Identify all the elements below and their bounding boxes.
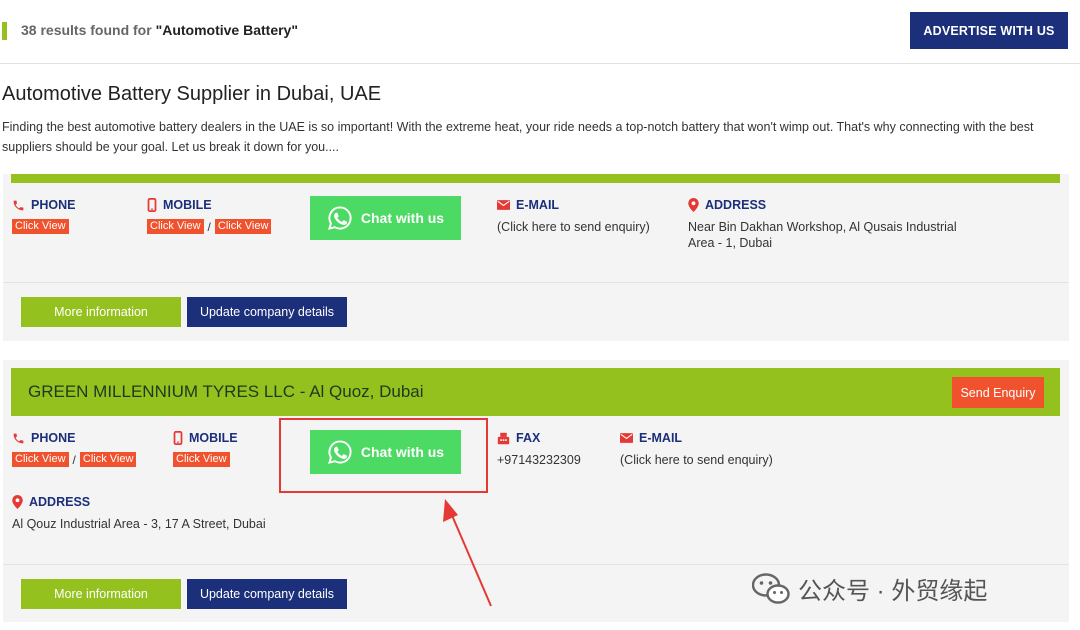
update-company-details-button[interactable]: Update company details bbox=[187, 579, 347, 609]
separator: / bbox=[72, 452, 76, 467]
more-information-button[interactable]: More information bbox=[21, 297, 181, 327]
phone-click-view[interactable]: Click View bbox=[12, 219, 69, 234]
email-icon bbox=[620, 433, 633, 443]
email-enquiry-link[interactable]: (Click here to send enquiry) bbox=[620, 452, 773, 468]
mobile-label: MOBILE bbox=[189, 431, 238, 445]
wechat-icon bbox=[752, 572, 790, 604]
email-field: E-MAIL (Click here to send enquiry) bbox=[497, 197, 650, 235]
email-label: E-MAIL bbox=[516, 198, 560, 212]
fax-field: FAX +97143232309 bbox=[497, 430, 581, 468]
divider bbox=[3, 282, 1069, 283]
page-title: Automotive Battery Supplier in Dubai, UA… bbox=[2, 83, 382, 105]
send-enquiry-button[interactable]: Send Enquiry bbox=[952, 377, 1044, 408]
address-label: ADDRESS bbox=[29, 495, 91, 509]
phone-click-view-1[interactable]: Click View bbox=[12, 452, 69, 467]
email-label: E-MAIL bbox=[639, 431, 683, 445]
phone-icon bbox=[13, 433, 24, 443]
mobile-click-view[interactable]: Click View bbox=[173, 452, 230, 467]
mobile-click-view-2[interactable]: Click View bbox=[214, 219, 272, 234]
separator: / bbox=[207, 219, 211, 234]
mobile-icon bbox=[147, 198, 157, 212]
email-enquiry-link[interactable]: (Click here to send enquiry) bbox=[497, 219, 650, 235]
address-value: Near Bin Dakhan Workshop, Al Qusais Indu… bbox=[688, 220, 957, 250]
location-pin-icon bbox=[12, 495, 23, 509]
listing-header: GREEN MILLENNIUM TYRES LLC - Al Quoz, Du… bbox=[11, 368, 1060, 416]
update-company-details-button[interactable]: Update company details bbox=[187, 297, 347, 327]
mobile-field: MOBILE Click View bbox=[173, 430, 238, 467]
fax-icon bbox=[497, 432, 510, 444]
mobile-label: MOBILE bbox=[163, 198, 212, 212]
divider bbox=[3, 564, 1069, 565]
more-information-button[interactable]: More information bbox=[21, 579, 181, 609]
company-name[interactable]: GREEN MILLENNIUM TYRES LLC - Al Quoz, Du… bbox=[28, 382, 424, 402]
watermark: 公众号 · 外贸缘起 bbox=[752, 571, 987, 606]
highlight-box bbox=[279, 418, 488, 493]
mobile-icon bbox=[173, 431, 183, 445]
phone-icon bbox=[13, 200, 24, 210]
phone-label: PHONE bbox=[31, 431, 76, 445]
advertise-button[interactable]: ADVERTISE WITH US bbox=[910, 12, 1068, 49]
address-field: ADDRESS Near Bin Dakhan Workshop, Al Qus… bbox=[688, 197, 978, 251]
mobile-field: MOBILE Click View / Click View bbox=[147, 197, 272, 234]
whatsapp-icon bbox=[327, 206, 352, 230]
results-bar: 38 results found for "Automotive Battery… bbox=[0, 0, 1080, 64]
phone-field: PHONE Click View bbox=[12, 197, 75, 234]
listing-header-strip bbox=[11, 174, 1060, 183]
chat-with-us-button[interactable]: Chat with us bbox=[310, 196, 461, 240]
fax-label: FAX bbox=[516, 431, 541, 445]
listing-card: PHONE Click View MOBILE Click View / Cli… bbox=[3, 174, 1069, 341]
address-value: Al Qouz Industrial Area - 3, 17 A Street… bbox=[12, 517, 266, 531]
address-label: ADDRESS bbox=[705, 198, 767, 212]
results-accent bbox=[2, 22, 7, 40]
email-field: E-MAIL (Click here to send enquiry) bbox=[620, 430, 773, 468]
location-pin-icon bbox=[688, 198, 699, 212]
mobile-click-view-1[interactable]: Click View bbox=[147, 219, 204, 234]
phone-label: PHONE bbox=[31, 198, 76, 212]
results-summary: 38 results found for "Automotive Battery… bbox=[21, 22, 298, 38]
page-intro: Finding the best automotive battery deal… bbox=[2, 120, 1034, 154]
fax-value: +97143232309 bbox=[497, 453, 581, 467]
phone-field: PHONE Click View / Click View bbox=[12, 430, 137, 467]
results-query: "Automotive Battery" bbox=[155, 22, 298, 38]
watermark-text: 公众号 · 外贸缘起 bbox=[798, 578, 988, 605]
phone-click-view-2[interactable]: Click View bbox=[79, 452, 137, 467]
email-icon bbox=[497, 200, 510, 210]
chat-label: Chat with us bbox=[360, 210, 445, 226]
address-field: ADDRESS Al Qouz Industrial Area - 3, 17 … bbox=[12, 494, 412, 532]
results-count: 38 results found for bbox=[21, 22, 152, 38]
